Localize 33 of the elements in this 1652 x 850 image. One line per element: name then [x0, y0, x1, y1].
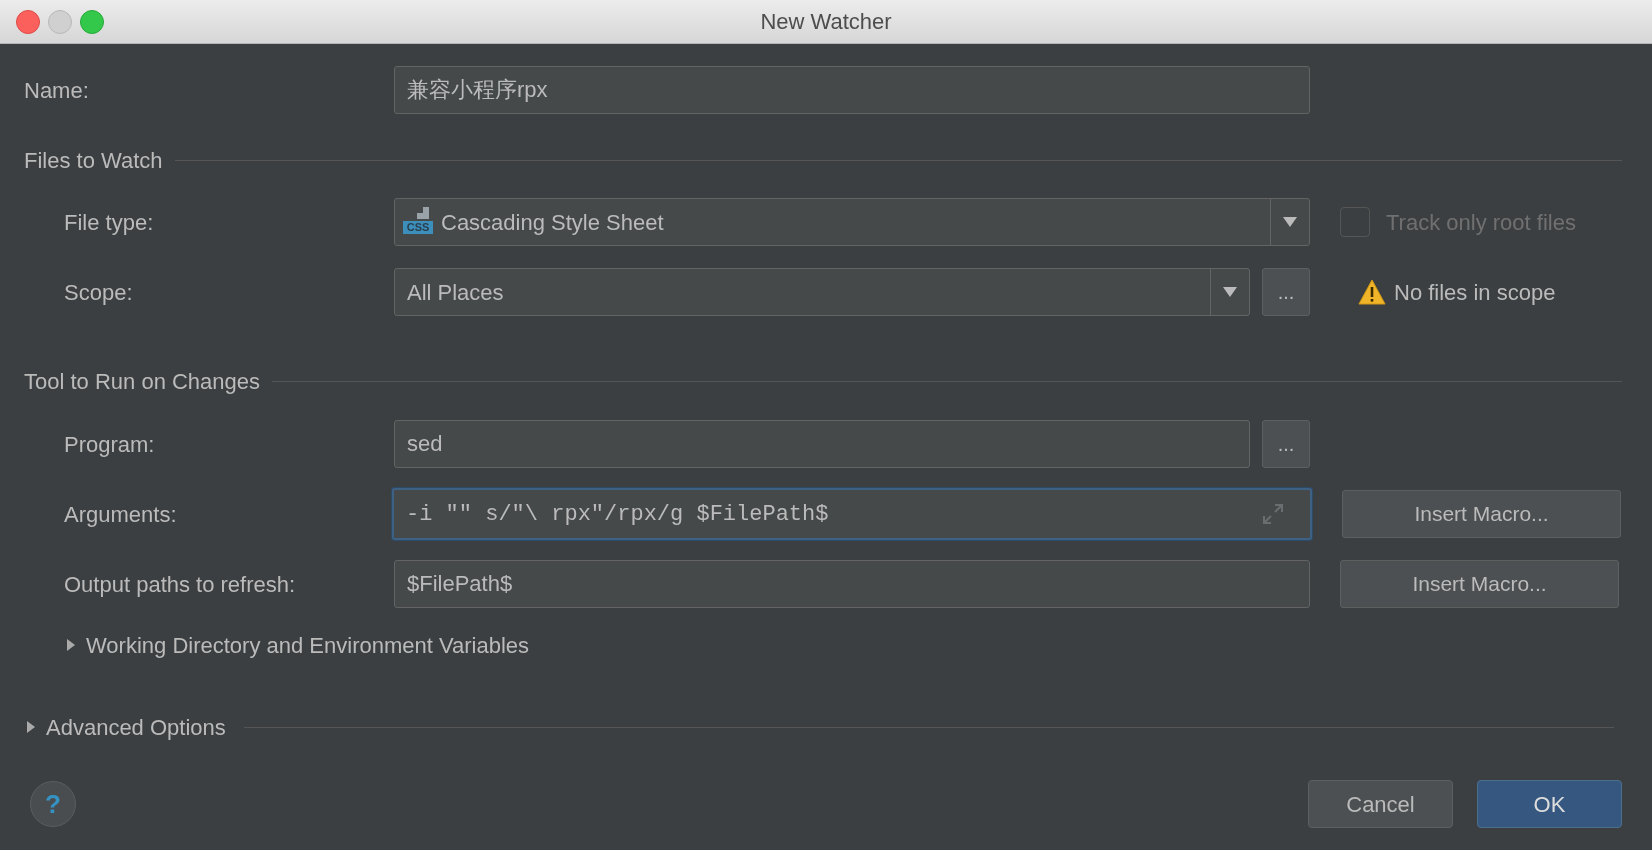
disclosure-triangle-icon[interactable]	[66, 638, 76, 652]
field-label: Scope:	[64, 278, 134, 307]
field-label: Name:	[24, 76, 90, 105]
zoom-window-button[interactable]	[80, 10, 104, 34]
browse-button[interactable]: ...	[1262, 268, 1310, 316]
expand-icon[interactable]	[1262, 503, 1284, 525]
field-label: File type:	[64, 208, 155, 237]
file-type-dropdown[interactable]: CSS Cascading Style Sheet	[394, 198, 1310, 246]
field-label: Program:	[64, 430, 156, 459]
output-paths-field[interactable]: $FilePath$	[394, 560, 1310, 608]
warning-text: No files in scope	[1394, 278, 1556, 307]
close-window-button[interactable]	[16, 10, 40, 34]
expandable-section-label[interactable]: Working Directory and Environment Variables	[86, 628, 530, 662]
program-field[interactable]: sed	[394, 420, 1250, 468]
scope-dropdown[interactable]: All Places	[394, 268, 1250, 316]
browse-button[interactable]: ...	[1262, 420, 1310, 468]
arguments-field[interactable]: -i "" s/"\ rpx"/rpx/g $FilePath$	[392, 488, 1312, 540]
help-button[interactable]: ?	[30, 781, 76, 827]
expandable-section-label[interactable]: Advanced Options	[46, 710, 226, 744]
field-label: Arguments:	[64, 500, 178, 529]
caret-icon	[1282, 216, 1298, 228]
insert-macro-button[interactable]: Insert Macro...	[1340, 560, 1619, 608]
warning-icon	[1358, 279, 1386, 305]
ok-button[interactable]: OK	[1477, 780, 1622, 828]
disclosure-triangle-icon[interactable]	[26, 720, 36, 734]
cancel-button[interactable]: Cancel	[1308, 780, 1453, 828]
section-heading: Tool to Run on Changes	[24, 367, 261, 396]
field-label: Output paths to refresh:	[64, 570, 297, 599]
name-field[interactable]: 兼容小程序rpx	[394, 66, 1310, 114]
window-title: New Watcher	[760, 8, 892, 36]
section-heading: Files to Watch	[24, 146, 163, 175]
insert-macro-button[interactable]: Insert Macro...	[1342, 490, 1621, 538]
caret-icon	[1222, 286, 1238, 298]
